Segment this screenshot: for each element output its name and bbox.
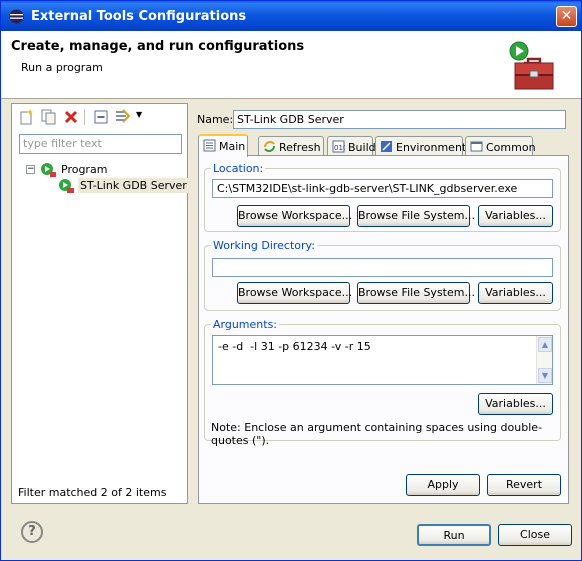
tab-label: Refresh xyxy=(279,141,321,154)
build-icon: 010 xyxy=(332,140,345,153)
working-dir-browse-filesystem-button[interactable]: Browse File System... xyxy=(357,282,475,304)
tree-item-label: ST-Link GDB Server xyxy=(78,178,189,193)
working-directory-label: Working Directory: xyxy=(211,239,317,252)
configuration-tree-panel: ▼ type filter text − Program ST-Link GDB… xyxy=(11,103,189,504)
title-bar[interactable]: External Tools Configurations ✕ xyxy=(1,1,581,31)
window-title: External Tools Configurations xyxy=(31,9,247,24)
location-group: Location: C:\STM32IDE\st-link-gdb-server… xyxy=(204,162,561,232)
tab-label: Build xyxy=(348,141,376,154)
location-label: Location: xyxy=(211,162,266,175)
scroll-down-arrow-icon[interactable]: ▼ xyxy=(538,368,552,383)
filter-status: Filter matched 2 of 2 items xyxy=(18,486,167,499)
arguments-variables-button[interactable]: Variables... xyxy=(478,393,553,415)
header-title: Create, manage, and run configurations xyxy=(11,39,305,54)
arguments-scrollbar[interactable]: ▲ ▼ xyxy=(536,336,552,384)
name-label: Name: xyxy=(197,113,234,126)
filter-icon[interactable] xyxy=(114,108,132,126)
tab-label: Main xyxy=(219,140,246,153)
common-icon xyxy=(470,141,483,152)
location-browse-filesystem-button[interactable]: Browse File System... xyxy=(357,205,475,227)
main-tab-panel: Location: C:\STM32IDE\st-link-gdb-server… xyxy=(198,155,569,504)
working-directory-group: Working Directory: Browse Workspace... B… xyxy=(204,239,561,311)
filter-input[interactable]: type filter text xyxy=(19,134,182,154)
tree-collapse-toggle[interactable]: − xyxy=(26,165,35,174)
working-dir-variables-button[interactable]: Variables... xyxy=(478,282,553,304)
tree-item-label: Program xyxy=(61,163,108,176)
svg-text:010: 010 xyxy=(334,144,345,152)
main-tab-icon xyxy=(203,139,216,152)
arguments-note: Note: Enclose an argument containing spa… xyxy=(211,421,542,447)
revert-button[interactable]: Revert xyxy=(487,474,561,496)
location-variables-button[interactable]: Variables... xyxy=(478,205,553,227)
location-browse-workspace-button[interactable]: Browse Workspace... xyxy=(237,205,352,227)
external-tools-dialog: External Tools Configurations ✕ Create, … xyxy=(0,0,582,561)
new-configuration-icon[interactable] xyxy=(18,108,36,126)
tab-label: Common xyxy=(486,141,536,154)
collapse-all-icon[interactable] xyxy=(92,108,110,126)
program-icon xyxy=(41,163,56,177)
duplicate-icon[interactable] xyxy=(40,108,58,126)
tab-common[interactable]: Common xyxy=(465,136,536,156)
tab-environment[interactable]: Environment xyxy=(375,136,467,156)
tab-main[interactable]: Main xyxy=(198,134,248,157)
header-message: Run a program xyxy=(21,61,103,74)
working-directory-field[interactable] xyxy=(212,258,553,277)
arguments-text: -e -d -l 31 -p 61234 -v -r 15 xyxy=(218,340,371,353)
external-tools-toolbox-icon xyxy=(509,41,554,90)
help-icon[interactable]: ? xyxy=(21,521,43,543)
program-config-icon xyxy=(59,179,74,193)
environment-icon xyxy=(381,141,392,152)
refresh-icon xyxy=(264,141,275,152)
toolbar-separator xyxy=(84,109,85,125)
location-field[interactable]: C:\STM32IDE\st-link-gdb-server\ST-LINK_g… xyxy=(212,179,553,198)
run-button[interactable]: Run xyxy=(417,524,491,546)
tab-label: Environment xyxy=(396,141,467,154)
dialog-header: Create, manage, and run configurations R… xyxy=(1,31,581,99)
working-dir-browse-workspace-button[interactable]: Browse Workspace... xyxy=(237,282,352,304)
eclipse-icon xyxy=(9,9,24,24)
close-button[interactable]: Close xyxy=(498,524,572,546)
name-field[interactable]: ST-Link GDB Server xyxy=(233,110,566,129)
scroll-up-arrow-icon[interactable]: ▲ xyxy=(538,337,552,352)
filter-menu-chevron-icon[interactable]: ▼ xyxy=(136,110,142,119)
arguments-label: Arguments: xyxy=(211,318,280,331)
arguments-field[interactable]: -e -d -l 31 -p 61234 -v -r 15 ▲ ▼ xyxy=(212,335,553,385)
close-window-button[interactable]: ✕ xyxy=(556,6,577,27)
apply-button[interactable]: Apply xyxy=(406,474,480,496)
delete-icon[interactable] xyxy=(62,108,80,126)
tab-refresh[interactable]: Refresh xyxy=(258,136,324,156)
tab-build[interactable]: 010Build xyxy=(327,136,376,156)
